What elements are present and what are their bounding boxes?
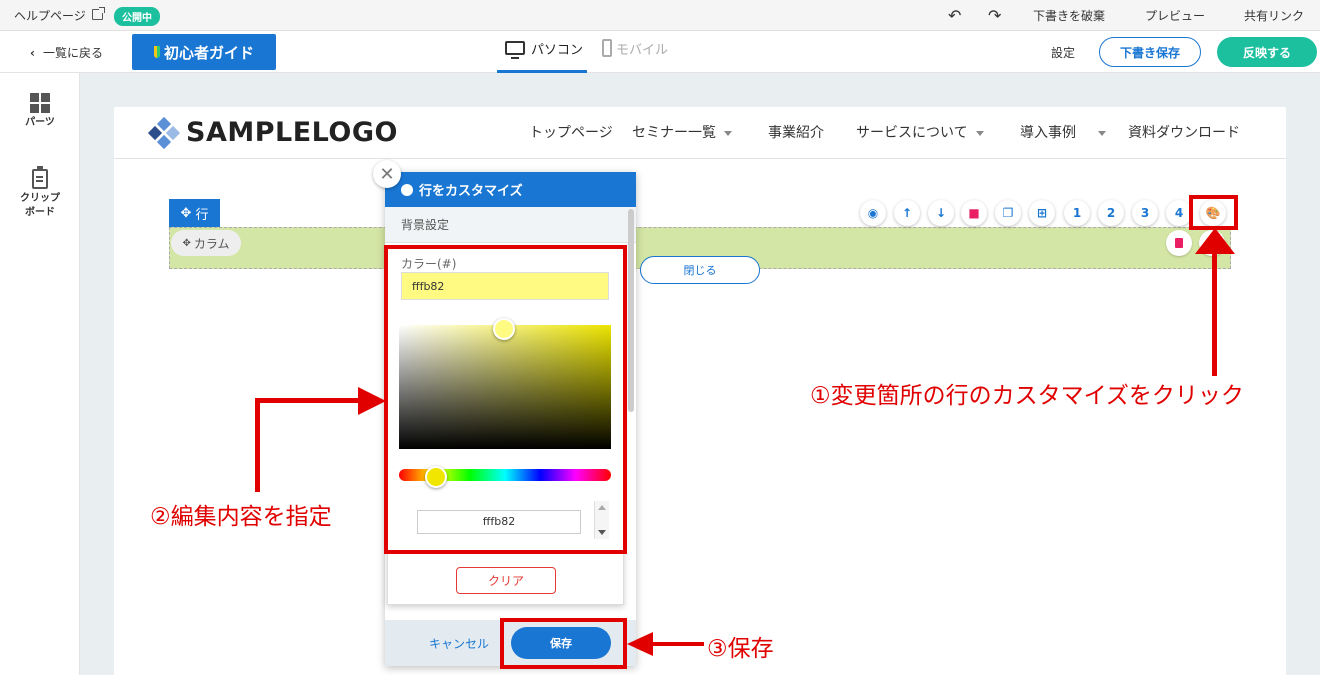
logo-mark-icon — [147, 116, 181, 149]
column-label: カラム — [193, 236, 230, 251]
back-to-list-button[interactable]: ‹ 一覧に戻る — [30, 44, 103, 61]
logo-text: SAMPLELOGO — [186, 117, 398, 148]
clear-button[interactable]: クリア — [456, 567, 556, 594]
panel-header: 行をカスタマイズ — [385, 172, 636, 207]
tab-pc-label: パソコン — [531, 43, 584, 58]
chevron-left-icon: ‹ — [30, 46, 35, 60]
external-link-icon[interactable] — [92, 7, 105, 20]
annotation-box-editor — [384, 245, 627, 554]
nav-label: 導入事例 — [1020, 125, 1076, 141]
grid-icon — [30, 93, 50, 113]
back-label: 一覧に戻る — [42, 46, 103, 60]
nav-item-business[interactable]: 事業紹介 — [768, 122, 824, 142]
annotation-arrow-1-head — [1195, 228, 1235, 254]
top-bar: ヘルプページ 公開中 ↶ ↷ 下書きを破棄 プレビュー 共有リンク — [0, 0, 1320, 31]
column-handle[interactable]: ✥ カラム — [171, 230, 241, 256]
monitor-icon — [505, 41, 525, 59]
settings-link[interactable]: 設定 — [1051, 44, 1075, 61]
annotation-arrow-2-horizontal — [255, 398, 360, 403]
phone-icon — [602, 39, 612, 57]
sidebar-item-label: パーツ — [25, 117, 55, 128]
site-header: SAMPLELOGO トップページ セミナー一覧 事業紹介 サービスについて 導… — [114, 107, 1286, 159]
tab-mobile-label: モバイル — [616, 43, 669, 58]
undo-icon[interactable]: ↶ — [948, 6, 961, 25]
preview-link[interactable]: プレビュー — [1145, 7, 1205, 24]
copy-icon[interactable]: ❐ — [995, 200, 1021, 226]
sidebar-item-clipboard[interactable]: クリップ ボード — [0, 166, 80, 220]
row-label: 行 — [195, 207, 209, 223]
caret-down-icon — [1098, 130, 1106, 136]
publish-button[interactable]: 反映する — [1217, 37, 1317, 67]
discard-draft-link[interactable]: 下書きを破棄 — [1033, 7, 1105, 24]
annotation-arrow-3-shaft — [652, 642, 704, 646]
annotation-step2: ②編集内容を指定 — [150, 504, 332, 530]
eye-icon[interactable]: ◉ — [860, 200, 886, 226]
nav-label: セミナー一覧 — [632, 125, 716, 141]
beginner-guide-button[interactable]: 初心者ガイド — [132, 34, 276, 70]
panel-title: 行をカスタマイズ — [419, 184, 523, 199]
row-drag-handle[interactable]: ✥ 行 — [169, 199, 220, 227]
beginner-mark-icon — [153, 46, 160, 58]
nav-item-download[interactable]: 資料ダウンロード — [1128, 122, 1240, 142]
background-section: 背景設定 — [385, 207, 636, 243]
nav-item-seminar[interactable]: セミナー一覧 — [632, 122, 732, 142]
close-icon[interactable]: ✕ — [373, 160, 401, 188]
sidebar-item-parts[interactable]: パーツ — [0, 93, 80, 130]
annotation-step3: ③保存 — [707, 636, 774, 662]
redo-icon[interactable]: ↷ — [988, 6, 1001, 25]
annotation-arrow-2-head — [358, 387, 386, 415]
left-sidebar: パーツ クリップ ボード — [0, 73, 80, 675]
site-logo: SAMPLELOGO — [147, 116, 398, 149]
arrow-up-icon[interactable]: ↑ — [894, 200, 920, 226]
nav-item-service[interactable]: サービスについて — [856, 122, 984, 142]
palette-icon — [401, 183, 413, 196]
nav-label: サービスについて — [856, 125, 968, 141]
column-delete-button[interactable] — [1166, 230, 1192, 256]
column-layout-2[interactable]: 2 — [1098, 200, 1124, 226]
editor-toolbar: ‹ 一覧に戻る 初心者ガイド パソコン モバイル 設定 下書き保存 反映する — [0, 31, 1320, 73]
add-icon[interactable]: ⊞ — [1029, 200, 1055, 226]
save-draft-button[interactable]: 下書き保存 — [1099, 37, 1201, 67]
help-page-link[interactable]: ヘルプページ — [14, 7, 86, 24]
arrow-down-icon[interactable]: ↓ — [928, 200, 954, 226]
clipboard-icon — [32, 166, 48, 189]
annotation-box-save — [500, 618, 627, 669]
status-badge: 公開中 — [114, 7, 160, 26]
column-layout-1[interactable]: 1 — [1064, 200, 1090, 226]
column-layout-3[interactable]: 3 — [1132, 200, 1158, 226]
tab-mobile[interactable]: モバイル — [602, 39, 668, 73]
annotation-step1: ①変更箇所の行のカスタマイズをクリック — [810, 383, 1244, 409]
annotation-arrow-2-vertical — [255, 400, 260, 492]
annotation-arrow-3-head — [627, 632, 653, 656]
guide-label: 初心者ガイド — [163, 43, 254, 62]
share-link[interactable]: 共有リンク — [1244, 7, 1304, 24]
move-icon: ✥ — [180, 205, 192, 221]
panel-scrollbar[interactable] — [628, 209, 634, 412]
nav-item-cases[interactable]: 導入事例 — [1020, 122, 1106, 142]
caret-down-icon — [975, 130, 984, 136]
annotation-box-palette — [1189, 195, 1238, 230]
move-icon: ✥ — [182, 237, 191, 249]
tab-pc[interactable]: パソコン — [497, 39, 587, 73]
cancel-button[interactable]: キャンセル — [429, 635, 489, 652]
sidebar-item-label: クリップ ボード — [20, 193, 60, 218]
caret-down-icon — [724, 130, 732, 136]
nav-item-top[interactable]: トップページ — [529, 122, 613, 142]
close-button[interactable]: 閉じる — [640, 256, 760, 284]
trash-icon[interactable]: ■ — [961, 200, 987, 226]
annotation-arrow-1-shaft — [1212, 250, 1217, 376]
